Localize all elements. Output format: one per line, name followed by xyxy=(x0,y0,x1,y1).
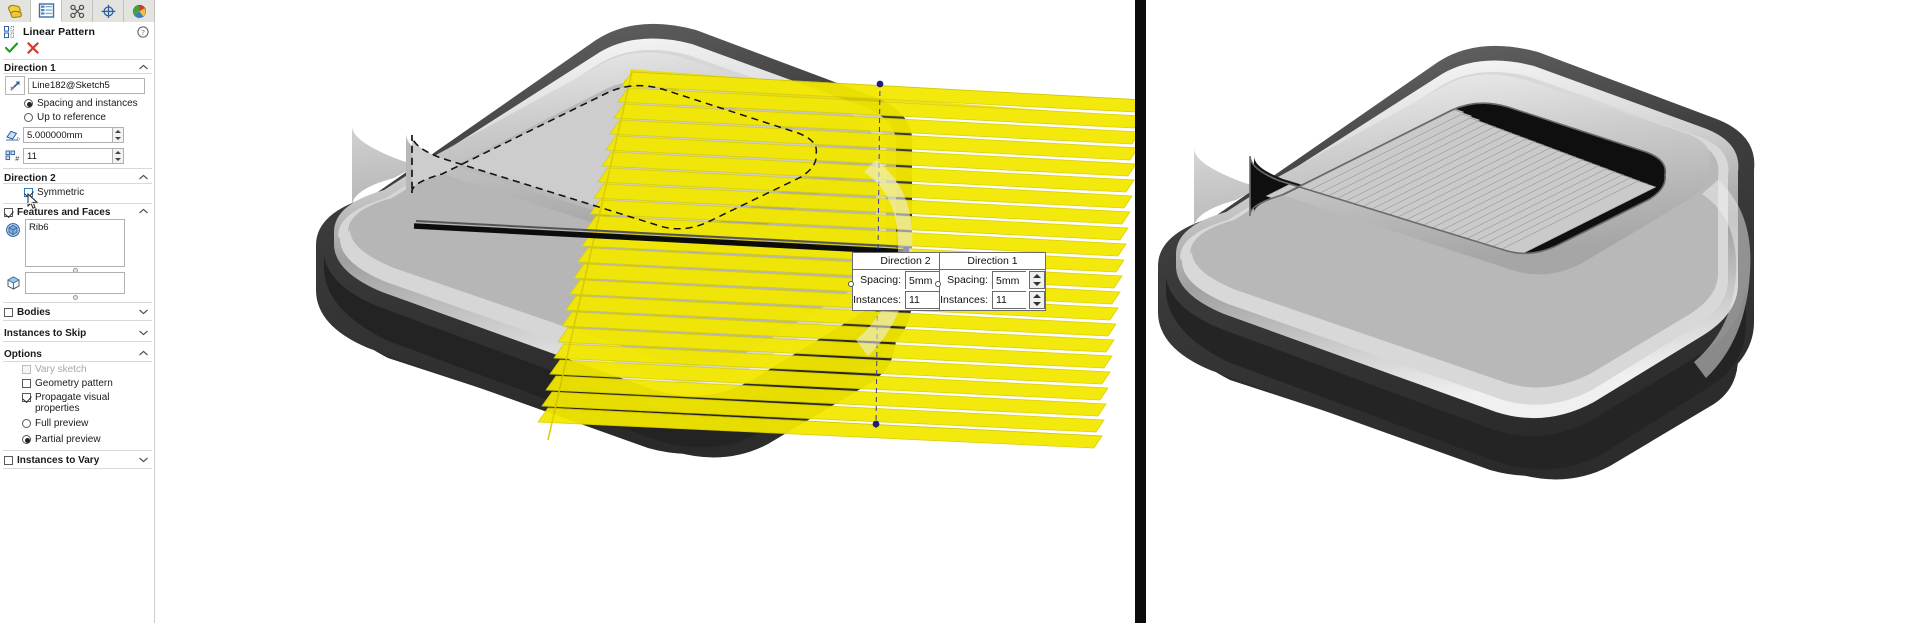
display-manager-tab[interactable] xyxy=(124,0,155,22)
configuration-manager-tab[interactable] xyxy=(62,0,93,22)
property-list-icon xyxy=(38,3,54,18)
image-divider xyxy=(1135,0,1146,623)
features-selection-field[interactable]: Rib6 xyxy=(25,219,125,267)
graphics-area-left[interactable]: Direction 2 Spacing: 5mm Instances: 11 D… xyxy=(156,0,1135,623)
direction-2-instances-value[interactable]: 11 xyxy=(905,291,939,309)
svg-text:?: ? xyxy=(141,28,145,37)
direction1-instances-field[interactable]: 11 xyxy=(23,148,113,164)
cancel-button[interactable] xyxy=(27,42,39,57)
chevron-up-icon[interactable] xyxy=(138,349,149,361)
faces-selection-field[interactable] xyxy=(25,272,125,294)
faces-selection-row xyxy=(5,272,125,294)
direction1-instances-stepper[interactable] xyxy=(113,148,124,164)
direction-2-spacing-label: Spacing: xyxy=(860,274,901,286)
direction-1-spacing-stepper[interactable] xyxy=(1029,271,1045,289)
direction-1-spacing-value[interactable]: 5mm xyxy=(992,271,1026,289)
chevron-down-icon[interactable] xyxy=(138,328,149,340)
direction-1-instances-row: Instances: 11 xyxy=(940,290,1045,310)
feature-solid-icon xyxy=(5,219,25,238)
direction-arrow-icon[interactable] xyxy=(5,76,25,95)
direction-1-callout[interactable]: Direction 1 Spacing: 5mm Instances: 11 xyxy=(939,252,1046,311)
direction1-reference-field[interactable]: Line182@Sketch5 xyxy=(28,77,145,94)
chevron-down-icon[interactable] xyxy=(138,307,149,319)
section-header-features-and-faces[interactable]: Features and Faces xyxy=(0,206,155,219)
linear-pattern-icon xyxy=(4,25,15,38)
radio-full-preview[interactable] xyxy=(22,419,31,428)
direction-1-instances-stepper[interactable] xyxy=(1029,291,1045,309)
help-icon[interactable]: ? xyxy=(137,26,149,41)
dimxpert-manager-tab[interactable] xyxy=(93,0,124,22)
direction-2-instances-label: Instances: xyxy=(853,294,901,306)
direction-2-callout-anchor[interactable] xyxy=(848,281,854,287)
face-cube-icon xyxy=(5,272,25,291)
confirm-bar xyxy=(0,41,155,58)
checkbox-propagate-visual-properties[interactable] xyxy=(22,393,31,402)
chevron-up-icon[interactable] xyxy=(138,207,149,219)
direction-1-callout-title: Direction 1 xyxy=(940,253,1045,270)
dimxpert-icon xyxy=(101,4,115,18)
feature-tree-icon xyxy=(7,4,22,18)
section-header-options[interactable]: Options xyxy=(0,348,155,361)
direction-end-point xyxy=(872,420,880,428)
property-manager-header: Linear Pattern ? xyxy=(0,22,155,42)
property-manager-tab[interactable] xyxy=(31,0,62,22)
radio-spacing-and-instances[interactable] xyxy=(24,99,33,108)
option-geometry-pattern[interactable]: Geometry pattern xyxy=(22,378,113,389)
direction-origin-point xyxy=(876,80,884,88)
direction1-mode-spacing[interactable]: Spacing and instances xyxy=(24,98,138,109)
option-full-preview[interactable]: Full preview xyxy=(22,418,88,429)
radio-partial-preview[interactable] xyxy=(22,435,31,444)
direction1-spacing-stepper[interactable] xyxy=(113,127,124,143)
configurations-icon xyxy=(69,4,84,18)
direction1-instances-row: # 11 xyxy=(5,148,124,164)
svg-text:#: # xyxy=(15,156,19,163)
checkbox-vary-sketch xyxy=(22,365,31,374)
direction1-mode-up-to-reference[interactable]: Up to reference xyxy=(24,112,106,123)
property-manager-panel: Linear Pattern ? Direction 1 Line182@Ske… xyxy=(0,0,155,623)
display-palette-icon xyxy=(132,4,146,18)
checkbox-geometry-pattern[interactable] xyxy=(22,379,31,388)
direction1-spacing-field[interactable]: 5.000000mm xyxy=(23,127,113,143)
manager-tab-bar xyxy=(0,0,155,22)
section-header-instances-to-vary[interactable]: Instances to Vary xyxy=(0,454,155,467)
direction-1-instances-label: Instances: xyxy=(940,294,988,306)
option-partial-preview[interactable]: Partial preview xyxy=(22,434,101,445)
accept-button[interactable] xyxy=(4,42,19,57)
section-header-bodies[interactable]: Bodies xyxy=(0,306,155,319)
direction1-reference-row: Line182@Sketch5 xyxy=(5,76,145,95)
spacing-dimension-icon: D1 xyxy=(5,128,21,142)
checkbox-symmetric[interactable] xyxy=(24,188,33,197)
radio-up-to-reference[interactable] xyxy=(24,113,33,122)
application-window: Linear Pattern ? Direction 1 Line182@Ske… xyxy=(0,0,1920,623)
direction-2-spacing-value[interactable]: 5mm xyxy=(905,271,939,289)
direction-1-callout-anchor[interactable] xyxy=(935,281,941,287)
graphics-area-right[interactable] xyxy=(1146,0,1920,623)
page-title: Linear Pattern xyxy=(23,26,96,38)
direction1-spacing-row: D1 5.000000mm xyxy=(5,127,124,143)
direction-1-instances-value[interactable]: 11 xyxy=(992,291,1026,309)
feature-manager-tab[interactable] xyxy=(0,0,31,22)
vent-grille-preview-model xyxy=(316,23,1135,458)
direction-1-spacing-label: Spacing: xyxy=(947,274,988,286)
option-propagate-visual-properties[interactable]: Propagate visual properties xyxy=(22,392,128,414)
checkbox-instances-to-vary[interactable] xyxy=(4,456,13,465)
svg-text:D1: D1 xyxy=(17,137,20,142)
instance-count-icon: # xyxy=(5,149,21,163)
chevron-down-icon[interactable] xyxy=(138,455,149,467)
section-header-instances-to-skip[interactable]: Instances to Skip xyxy=(0,327,155,340)
direction2-symmetric-option[interactable]: Symmetric xyxy=(24,187,84,198)
option-vary-sketch: Vary sketch xyxy=(22,364,87,375)
vent-grille-result-model xyxy=(1158,45,1755,480)
checkbox-bodies[interactable] xyxy=(4,308,13,317)
checkbox-features-and-faces[interactable] xyxy=(4,208,13,217)
features-selection-row: Rib6 xyxy=(5,219,125,267)
direction-1-spacing-row: Spacing: 5mm xyxy=(940,270,1045,290)
faces-resize-handle[interactable] xyxy=(73,295,78,300)
